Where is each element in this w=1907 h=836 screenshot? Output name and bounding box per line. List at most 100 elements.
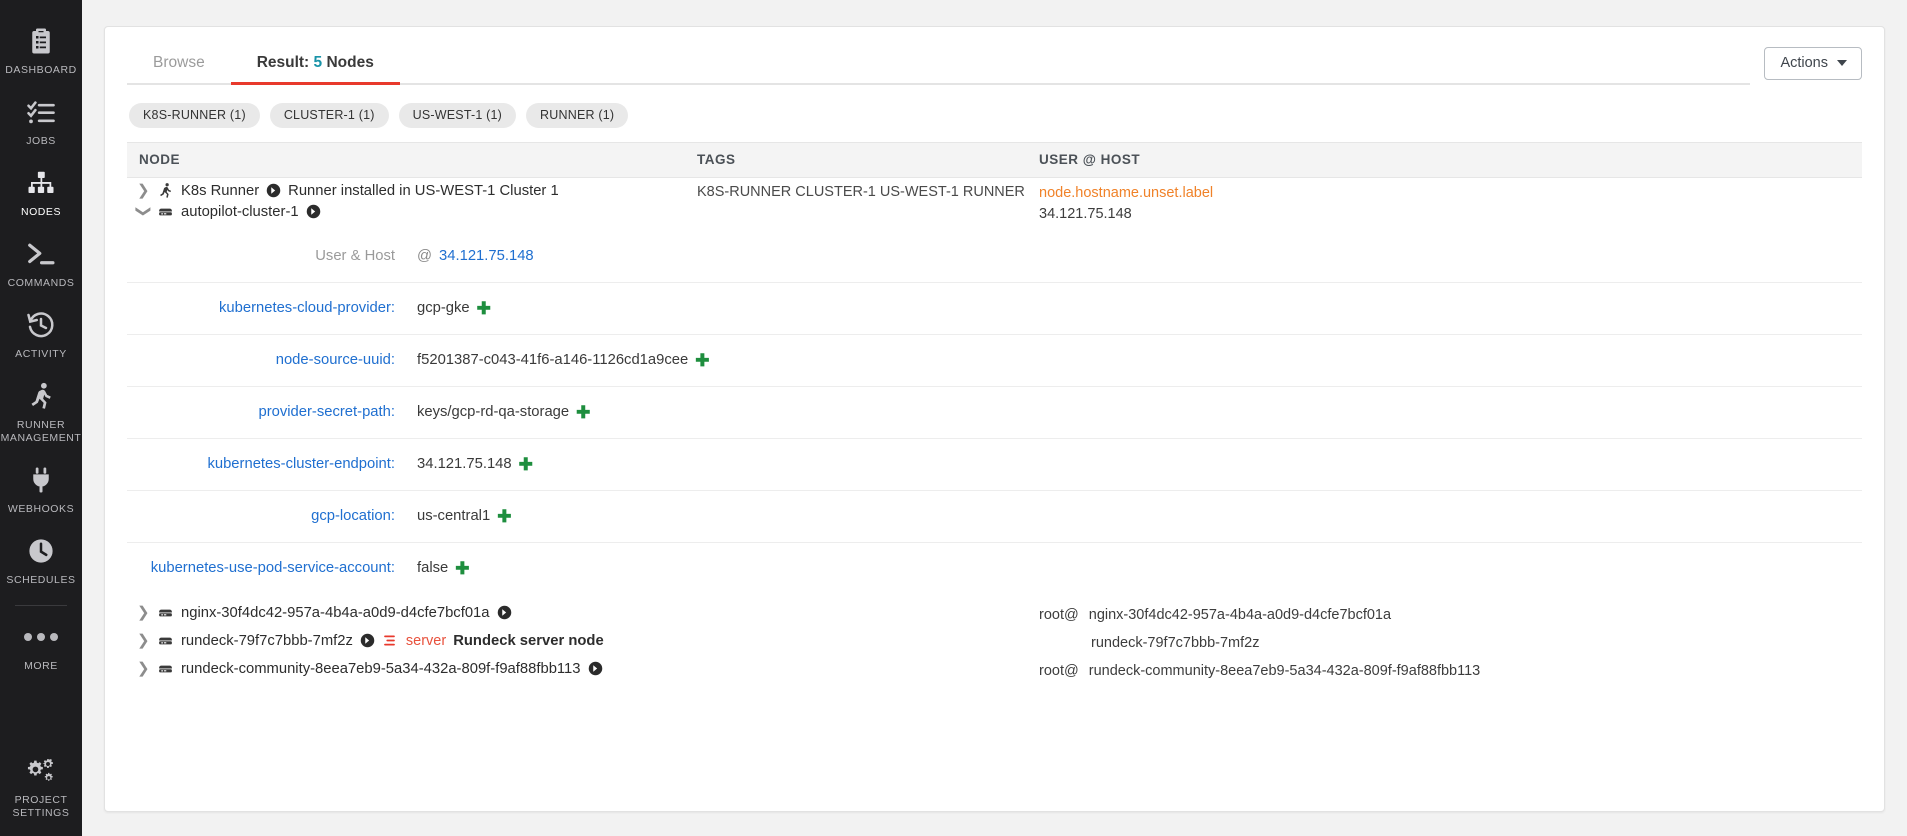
detail-row-attribute: kubernetes-cloud-provider: gcp-gke ✚	[127, 282, 1862, 334]
chevron-right-icon[interactable]: ❯	[137, 183, 150, 198]
chevron-right-icon[interactable]: ❯	[137, 633, 150, 648]
attribute-value: 34.121.75.148	[417, 456, 512, 472]
tab-bar: Browse Result: 5 Nodes	[127, 45, 1751, 85]
chevron-down-icon[interactable]: ❯	[135, 205, 152, 218]
app-root: DASHBOARD JOBS NODES COMMANDS ACTIVITY R…	[0, 0, 1907, 836]
node-entry-rundeck-community[interactable]: ❯ rundeck-community-8eea7eb9-5a34-432a-8…	[127, 658, 697, 679]
node-tags[interactable]: K8S-RUNNER CLUSTER-1 US-WEST-1 RUNNER	[697, 184, 1025, 200]
attribute-key[interactable]: gcp-location:	[127, 505, 417, 528]
sidebar-item-nodes[interactable]: NODES	[0, 156, 82, 227]
attribute-key[interactable]: node-source-uuid:	[127, 349, 417, 372]
add-filter-plus-icon[interactable]: ✚	[519, 456, 533, 473]
column-header-user-host: USER @ HOST	[1039, 152, 1141, 167]
main-content: Browse Result: 5 Nodes Actions K8S-RUNNE…	[82, 0, 1907, 836]
detail-row-attribute: provider-secret-path: keys/gcp-rd-qa-sto…	[127, 386, 1862, 438]
actions-button-label: Actions	[1780, 55, 1828, 71]
go-arrow-icon[interactable]	[266, 183, 281, 198]
node-entry-rundeck-server[interactable]: ❯ rundeck-79f7c7bbb-7mf2z server Rundeck…	[127, 630, 697, 651]
attribute-value-wrap: gcp-gke ✚	[417, 297, 491, 320]
sidebar-item-project-settings[interactable]: PROJECT SETTINGS	[0, 744, 82, 836]
node-user-host-cell: node.hostname.unset.label 34.121.75.148	[1027, 180, 1587, 225]
detail-row-attribute: node-source-uuid: f5201387-c043-41f6-a14…	[127, 334, 1862, 386]
card-header: Browse Result: 5 Nodes Actions	[105, 27, 1884, 85]
sidebar-label-commands: COMMANDS	[7, 277, 75, 289]
add-filter-plus-icon[interactable]: ✚	[497, 508, 511, 525]
sidebar-item-schedules[interactable]: SCHEDULES	[0, 524, 82, 595]
detail-row-attribute: kubernetes-cluster-endpoint: 34.121.75.1…	[127, 438, 1862, 490]
filter-chip[interactable]: RUNNER (1)	[526, 103, 629, 128]
node-user-host-cell: rundeck-79f7c7bbb-7mf2z	[1027, 630, 1587, 654]
node-entry-nginx[interactable]: ❯ nginx-30f4dc42-957a-4b4a-a0d9-d4cfe7bc…	[127, 602, 697, 623]
node-host: rundeck-79f7c7bbb-7mf2z	[1091, 635, 1260, 651]
attribute-key[interactable]: provider-secret-path:	[127, 401, 417, 424]
filter-chip[interactable]: US-WEST-1 (1)	[398, 103, 517, 128]
attribute-value: gcp-gke	[417, 300, 470, 316]
tab-result-suffix: Nodes	[326, 54, 374, 71]
node-name: K8s Runner	[181, 182, 260, 199]
nodes-hierarchy-icon	[24, 166, 58, 200]
column-header-tags: TAGS	[697, 152, 736, 167]
table-row: ❯ rundeck-79f7c7bbb-7mf2z server Rundeck…	[127, 628, 1862, 656]
go-arrow-icon[interactable]	[588, 661, 603, 676]
user-host-link[interactable]: 34.121.75.148	[439, 245, 534, 268]
sidebar-item-commands[interactable]: COMMANDS	[0, 227, 82, 298]
sidebar-item-dashboard[interactable]: DASHBOARD	[0, 14, 82, 85]
chevron-right-icon[interactable]: ❯	[137, 605, 150, 620]
sidebar-divider	[15, 605, 67, 606]
sidebar-label-project-settings: PROJECT SETTINGS	[12, 794, 70, 819]
sidebar-item-more[interactable]: MORE	[0, 610, 82, 681]
go-arrow-icon[interactable]	[306, 204, 321, 219]
add-filter-plus-icon[interactable]: ✚	[455, 560, 469, 577]
attribute-key[interactable]: kubernetes-cluster-endpoint:	[127, 453, 417, 476]
sidebar-item-webhooks[interactable]: WEBHOOKS	[0, 453, 82, 524]
clipboard-list-icon	[24, 24, 58, 58]
sidebar-item-activity[interactable]: ACTIVITY	[0, 298, 82, 369]
sidebar-item-jobs[interactable]: JOBS	[0, 85, 82, 156]
table-header-row: NODE TAGS USER @ HOST	[127, 142, 1862, 178]
filter-chip[interactable]: K8S-RUNNER (1)	[129, 103, 260, 128]
chevron-right-icon[interactable]: ❯	[137, 661, 150, 676]
node-user: root@	[1039, 663, 1079, 679]
plug-icon	[24, 463, 58, 497]
filter-chip[interactable]: CLUSTER-1 (1)	[269, 103, 389, 128]
detail-row-attribute: kubernetes-use-pod-service-account: fals…	[127, 542, 1862, 594]
attribute-key[interactable]: kubernetes-use-pod-service-account:	[127, 557, 417, 580]
actions-button[interactable]: Actions	[1764, 47, 1862, 80]
hostname-unset-label[interactable]: node.hostname.unset.label	[1039, 183, 1587, 204]
node-detail-panel: User & Host @34.121.75.148 kubernetes-cl…	[127, 227, 1862, 594]
filter-chip-list: K8S-RUNNER (1) CLUSTER-1 (1) US-WEST-1 (…	[105, 85, 1884, 142]
go-arrow-icon[interactable]	[497, 605, 512, 620]
add-filter-plus-icon[interactable]: ✚	[576, 404, 590, 421]
server-icon	[157, 604, 174, 621]
node-name: rundeck-79f7c7bbb-7mf2z	[181, 632, 353, 649]
runner-person-icon	[157, 182, 174, 199]
checklist-icon	[24, 95, 58, 129]
go-arrow-icon[interactable]	[360, 633, 375, 648]
table-row: ❯ K8s Runner Runner installed in US-WEST…	[127, 178, 1862, 227]
tab-result-count: 5	[313, 54, 323, 71]
sidebar-label-jobs: JOBS	[26, 135, 56, 147]
attribute-value: f5201387-c043-41f6-a146-1126cd1a9cee	[417, 352, 689, 368]
gears-icon	[24, 754, 58, 788]
add-filter-plus-icon[interactable]: ✚	[695, 352, 709, 369]
node-user-host-cell: root@ nginx-30f4dc42-957a-4b4a-a0d9-d4cf…	[1027, 602, 1587, 626]
detail-key-user-host: User & Host	[315, 248, 395, 264]
sidebar-label-runner-management: RUNNER MANAGEMENT	[0, 419, 82, 444]
node-cell-wrap: ❯ rundeck-community-8eea7eb9-5a34-432a-8…	[127, 658, 697, 679]
node-tags-cell	[697, 630, 1027, 634]
clock-icon	[24, 534, 58, 568]
node-description: Runner installed in US-WEST-1 Cluster 1	[288, 182, 559, 199]
attribute-key[interactable]: kubernetes-cloud-provider:	[127, 297, 417, 320]
node-tags-cell: K8S-RUNNER CLUSTER-1 US-WEST-1 RUNNER	[697, 180, 1027, 200]
table-row: ❯ rundeck-community-8eea7eb9-5a34-432a-8…	[127, 656, 1862, 684]
attribute-value: false	[417, 560, 449, 576]
sidebar-item-runner-management[interactable]: RUNNER MANAGEMENT	[0, 369, 82, 453]
node-host: 34.121.75.148	[1039, 206, 1132, 222]
node-entry-autopilot-cluster-1[interactable]: ❯ autopilot-cluster-1	[127, 201, 697, 222]
add-filter-plus-icon[interactable]: ✚	[477, 300, 491, 317]
attribute-value-wrap: false ✚	[417, 557, 470, 580]
node-entry-k8s-runner[interactable]: ❯ K8s Runner Runner installed in US-WEST…	[127, 180, 697, 201]
tab-browse[interactable]: Browse	[127, 45, 231, 85]
terminal-prompt-icon	[24, 237, 58, 271]
tab-result[interactable]: Result: 5 Nodes	[230, 45, 400, 85]
